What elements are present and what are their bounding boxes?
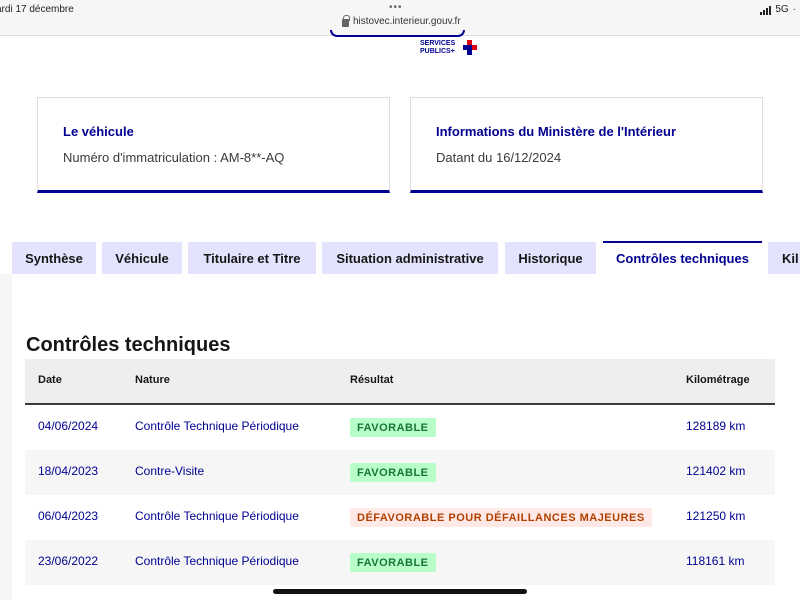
cell-date: 04/06/2024 [38, 419, 99, 433]
table-row: 23/06/2022 Contrôle Technique Périodique… [25, 540, 775, 585]
cell-nature: Contrôle Technique Périodique [135, 554, 299, 568]
logo-line-1: SERVICES [420, 40, 456, 47]
status-indicators: 5G · [760, 4, 796, 15]
controles-table: Date Nature Résultat Kilométrage 04/06/2… [25, 359, 775, 585]
header-result: Résultat [350, 374, 394, 386]
registration-number: Numéro d'immatriculation : AM-8**-AQ [63, 150, 285, 165]
cell-nature: Contrôle Technique Périodique [135, 509, 299, 523]
header-nature: Nature [135, 374, 170, 386]
table-row: 06/04/2023 Contrôle Technique Périodique… [25, 495, 775, 540]
services-publics-logo: SERVICES PUBLICS+ [420, 40, 455, 56]
cell-km: 128189 km [686, 419, 746, 433]
cell-date: 06/04/2023 [38, 509, 99, 523]
header-button-outline[interactable] [330, 30, 465, 37]
result-badge: FAVORABLE [350, 463, 436, 482]
header-km: Kilométrage [686, 374, 750, 386]
result-badge: FAVORABLE [350, 553, 436, 572]
url-text: histovec.interieur.gouv.fr [353, 16, 461, 27]
result-badge: DÉFAVORABLE POUR DÉFAILLANCES MAJEURES [350, 508, 652, 527]
cell-nature: Contrôle Technique Périodique [135, 419, 299, 433]
cell-km: 121402 km [686, 464, 746, 478]
cell-nature: Contre-Visite [135, 464, 205, 478]
cell-km: 121250 km [686, 509, 746, 523]
section-title: Contrôles techniques [26, 334, 231, 356]
tab-situation-administrative[interactable]: Situation administrative [322, 242, 498, 274]
tab-controles-techniques[interactable]: Contrôles techniques [603, 241, 762, 274]
home-indicator[interactable] [273, 589, 527, 594]
vehicle-card: Le véhicule Numéro d'immatriculation : A… [37, 97, 390, 193]
tab-kilometrage[interactable]: Kil [768, 242, 800, 274]
status-date: ardi 17 décembre [0, 4, 74, 15]
result-badge: FAVORABLE [350, 418, 436, 437]
header-date: Date [38, 374, 62, 386]
vehicle-card-title: Le véhicule [63, 124, 134, 139]
cell-km: 118161 km [686, 554, 745, 568]
signal-icon [760, 6, 772, 15]
address-bar[interactable]: histovec.interieur.gouv.fr [342, 14, 461, 27]
logo-line-2: PUBLICS+ [420, 48, 455, 55]
cell-date: 18/04/2023 [38, 464, 99, 478]
network-label: 5G [775, 4, 789, 15]
services-publics-mark-icon [463, 40, 477, 55]
battery-fragment: · [792, 4, 796, 15]
tab-vehicule[interactable]: Véhicule [102, 242, 182, 274]
data-date: Datant du 16/12/2024 [436, 150, 562, 165]
tab-synthese[interactable]: Synthèse [12, 242, 96, 274]
tab-historique[interactable]: Historique [505, 242, 596, 274]
ministry-card-title: Informations du Ministère de l'Intérieur [436, 124, 677, 139]
table-row: 04/06/2024 Contrôle Technique Périodique… [25, 405, 775, 450]
tab-titulaire[interactable]: Titulaire et Titre [188, 242, 316, 274]
cell-date: 23/06/2022 [38, 554, 99, 568]
lock-icon [342, 14, 350, 27]
table-header: Date Nature Résultat Kilométrage [25, 359, 775, 405]
table-row: 18/04/2023 Contre-Visite FAVORABLE 12140… [25, 450, 775, 495]
ministry-card: Informations du Ministère de l'Intérieur… [410, 97, 763, 193]
more-dots-icon[interactable]: ••• [389, 2, 403, 13]
